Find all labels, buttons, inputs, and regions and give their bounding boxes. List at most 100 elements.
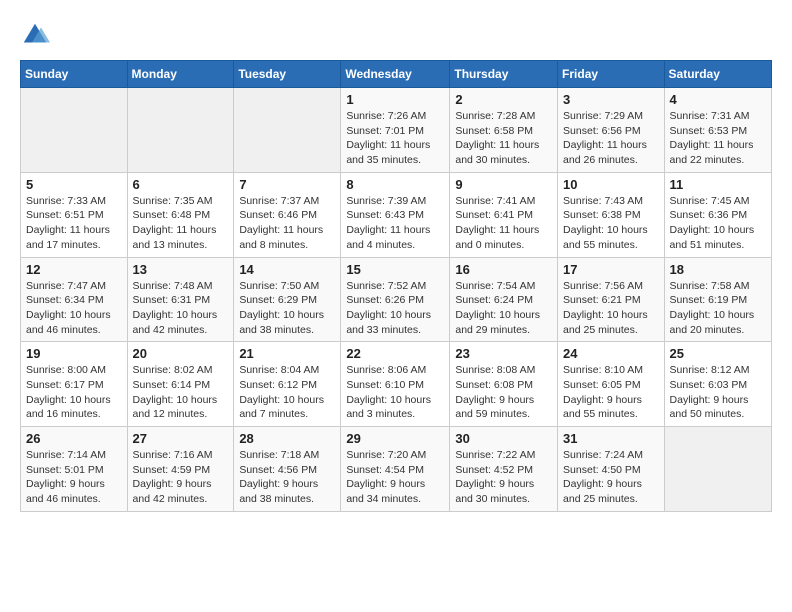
calendar-cell: 5 Sunrise: 7:33 AM Sunset: 6:51 PM Daylig… xyxy=(21,172,128,257)
day-number: 8 xyxy=(346,177,444,192)
calendar-cell: 17Sunrise: 7:56 AM Sunset: 6:21 PM Dayli… xyxy=(558,257,665,342)
header-day: Sunday xyxy=(21,61,128,88)
calendar-cell: 22 Sunrise: 8:06 AM Sunset: 6:10 PM Dayli… xyxy=(341,342,450,427)
day-info: Sunrise: 7:26 AM Sunset: 7:01 PM Dayligh… xyxy=(346,109,444,168)
day-info: Sunrise: 7:41 AM Sunset: 6:41 PM Dayligh… xyxy=(455,194,552,253)
calendar-cell: 23Sunrise: 8:08 AM Sunset: 6:08 PM Dayli… xyxy=(450,342,558,427)
day-info: Sunrise: 7:24 AM Sunset: 4:50 PM Dayligh… xyxy=(563,448,659,507)
day-info: Sunrise: 7:22 AM Sunset: 4:52 PM Dayligh… xyxy=(455,448,552,507)
day-info: Sunrise: 7:45 AM Sunset: 6:36 PM Dayligh… xyxy=(670,194,766,253)
calendar-cell: 28Sunrise: 7:18 AM Sunset: 4:56 PM Dayli… xyxy=(234,427,341,512)
calendar-cell: 14 Sunrise: 7:50 AM Sunset: 6:29 PM Dayli… xyxy=(234,257,341,342)
logo-icon xyxy=(20,20,50,50)
calendar-cell: 16 Sunrise: 7:54 AM Sunset: 6:24 PM Dayli… xyxy=(450,257,558,342)
day-info: Sunrise: 8:06 AM Sunset: 6:10 PM Dayligh… xyxy=(346,363,444,422)
day-number: 13 xyxy=(133,262,229,277)
day-info: Sunrise: 7:33 AM Sunset: 6:51 PM Dayligh… xyxy=(26,194,122,253)
day-number: 5 xyxy=(26,177,122,192)
header-row: SundayMondayTuesdayWednesdayThursdayFrid… xyxy=(21,61,772,88)
calendar-cell: 20 Sunrise: 8:02 AM Sunset: 6:14 PM Dayli… xyxy=(127,342,234,427)
calendar-cell: 31 Sunrise: 7:24 AM Sunset: 4:50 PM Dayli… xyxy=(558,427,665,512)
day-info: Sunrise: 7:37 AM Sunset: 6:46 PM Dayligh… xyxy=(239,194,335,253)
day-number: 22 xyxy=(346,346,444,361)
calendar-cell: 13Sunrise: 7:48 AM Sunset: 6:31 PM Dayli… xyxy=(127,257,234,342)
calendar-cell: 1 Sunrise: 7:26 AM Sunset: 7:01 PM Daylig… xyxy=(341,88,450,173)
day-number: 4 xyxy=(670,92,766,107)
day-number: 23 xyxy=(455,346,552,361)
day-number: 9 xyxy=(455,177,552,192)
day-number: 31 xyxy=(563,431,659,446)
calendar-body: 1 Sunrise: 7:26 AM Sunset: 7:01 PM Daylig… xyxy=(21,88,772,512)
day-info: Sunrise: 8:04 AM Sunset: 6:12 PM Dayligh… xyxy=(239,363,335,422)
day-number: 29 xyxy=(346,431,444,446)
calendar-week-row: 5 Sunrise: 7:33 AM Sunset: 6:51 PM Daylig… xyxy=(21,172,772,257)
day-number: 15 xyxy=(346,262,444,277)
calendar-cell: 29Sunrise: 7:20 AM Sunset: 4:54 PM Dayli… xyxy=(341,427,450,512)
calendar-cell: 2Sunrise: 7:28 AM Sunset: 6:58 PM Daylig… xyxy=(450,88,558,173)
header-day: Wednesday xyxy=(341,61,450,88)
day-number: 1 xyxy=(346,92,444,107)
day-info: Sunrise: 7:50 AM Sunset: 6:29 PM Dayligh… xyxy=(239,279,335,338)
calendar-cell: 12 Sunrise: 7:47 AM Sunset: 6:34 PM Dayli… xyxy=(21,257,128,342)
calendar-week-row: 26Sunrise: 7:14 AM Sunset: 5:01 PM Dayli… xyxy=(21,427,772,512)
calendar-cell xyxy=(21,88,128,173)
day-info: Sunrise: 8:02 AM Sunset: 6:14 PM Dayligh… xyxy=(133,363,229,422)
day-number: 12 xyxy=(26,262,122,277)
calendar-cell: 6 Sunrise: 7:35 AM Sunset: 6:48 PM Daylig… xyxy=(127,172,234,257)
calendar-cell: 10 Sunrise: 7:43 AM Sunset: 6:38 PM Dayli… xyxy=(558,172,665,257)
calendar-cell: 11 Sunrise: 7:45 AM Sunset: 6:36 PM Dayli… xyxy=(664,172,771,257)
calendar-header: SundayMondayTuesdayWednesdayThursdayFrid… xyxy=(21,61,772,88)
day-info: Sunrise: 8:00 AM Sunset: 6:17 PM Dayligh… xyxy=(26,363,122,422)
calendar-cell: 30 Sunrise: 7:22 AM Sunset: 4:52 PM Dayli… xyxy=(450,427,558,512)
day-number: 14 xyxy=(239,262,335,277)
day-number: 18 xyxy=(670,262,766,277)
header-day: Tuesday xyxy=(234,61,341,88)
calendar-cell: 3 Sunrise: 7:29 AM Sunset: 6:56 PM Daylig… xyxy=(558,88,665,173)
day-number: 3 xyxy=(563,92,659,107)
day-number: 6 xyxy=(133,177,229,192)
day-info: Sunrise: 7:35 AM Sunset: 6:48 PM Dayligh… xyxy=(133,194,229,253)
day-info: Sunrise: 8:10 AM Sunset: 6:05 PM Dayligh… xyxy=(563,363,659,422)
day-number: 10 xyxy=(563,177,659,192)
logo xyxy=(20,20,54,50)
calendar-cell: 24 Sunrise: 8:10 AM Sunset: 6:05 PM Dayli… xyxy=(558,342,665,427)
day-number: 27 xyxy=(133,431,229,446)
calendar-week-row: 19 Sunrise: 8:00 AM Sunset: 6:17 PM Dayli… xyxy=(21,342,772,427)
calendar-cell: 4 Sunrise: 7:31 AM Sunset: 6:53 PM Daylig… xyxy=(664,88,771,173)
day-number: 21 xyxy=(239,346,335,361)
calendar-cell: 9 Sunrise: 7:41 AM Sunset: 6:41 PM Daylig… xyxy=(450,172,558,257)
day-number: 20 xyxy=(133,346,229,361)
header-day: Friday xyxy=(558,61,665,88)
day-number: 24 xyxy=(563,346,659,361)
day-number: 30 xyxy=(455,431,552,446)
header-day: Saturday xyxy=(664,61,771,88)
calendar-week-row: 12 Sunrise: 7:47 AM Sunset: 6:34 PM Dayli… xyxy=(21,257,772,342)
day-info: Sunrise: 7:29 AM Sunset: 6:56 PM Dayligh… xyxy=(563,109,659,168)
calendar-cell xyxy=(127,88,234,173)
day-number: 11 xyxy=(670,177,766,192)
page-header xyxy=(20,20,772,50)
day-info: Sunrise: 7:52 AM Sunset: 6:26 PM Dayligh… xyxy=(346,279,444,338)
day-number: 26 xyxy=(26,431,122,446)
day-info: Sunrise: 7:58 AM Sunset: 6:19 PM Dayligh… xyxy=(670,279,766,338)
day-number: 17 xyxy=(563,262,659,277)
calendar-cell xyxy=(234,88,341,173)
day-info: Sunrise: 7:39 AM Sunset: 6:43 PM Dayligh… xyxy=(346,194,444,253)
day-number: 16 xyxy=(455,262,552,277)
day-number: 19 xyxy=(26,346,122,361)
day-info: Sunrise: 8:12 AM Sunset: 6:03 PM Dayligh… xyxy=(670,363,766,422)
day-number: 7 xyxy=(239,177,335,192)
calendar-cell: 25 Sunrise: 8:12 AM Sunset: 6:03 PM Dayli… xyxy=(664,342,771,427)
calendar-cell: 19 Sunrise: 8:00 AM Sunset: 6:17 PM Dayli… xyxy=(21,342,128,427)
calendar-cell xyxy=(664,427,771,512)
day-info: Sunrise: 7:16 AM Sunset: 4:59 PM Dayligh… xyxy=(133,448,229,507)
day-info: Sunrise: 7:43 AM Sunset: 6:38 PM Dayligh… xyxy=(563,194,659,253)
day-info: Sunrise: 7:54 AM Sunset: 6:24 PM Dayligh… xyxy=(455,279,552,338)
calendar-cell: 8 Sunrise: 7:39 AM Sunset: 6:43 PM Daylig… xyxy=(341,172,450,257)
calendar-cell: 18 Sunrise: 7:58 AM Sunset: 6:19 PM Dayli… xyxy=(664,257,771,342)
calendar-cell: 27 Sunrise: 7:16 AM Sunset: 4:59 PM Dayli… xyxy=(127,427,234,512)
day-info: Sunrise: 7:47 AM Sunset: 6:34 PM Dayligh… xyxy=(26,279,122,338)
calendar-table: SundayMondayTuesdayWednesdayThursdayFrid… xyxy=(20,60,772,512)
day-info: Sunrise: 7:31 AM Sunset: 6:53 PM Dayligh… xyxy=(670,109,766,168)
day-number: 25 xyxy=(670,346,766,361)
